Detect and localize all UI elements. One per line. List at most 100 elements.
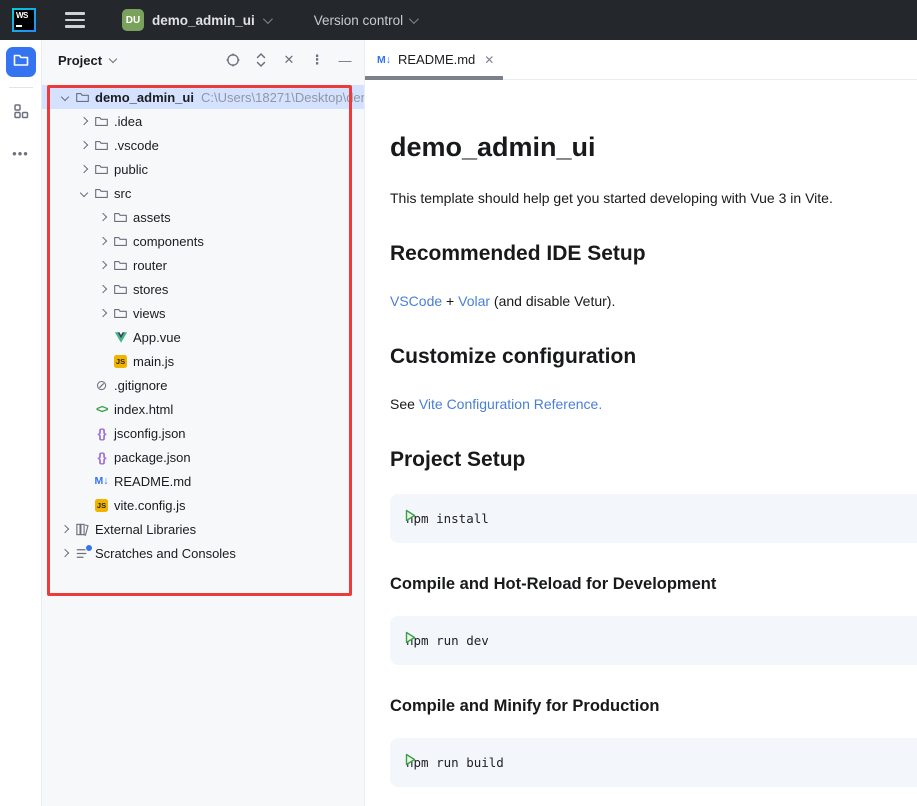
collapse-all-icon[interactable]: ✕	[280, 51, 298, 69]
chevron-right-icon[interactable]	[75, 112, 93, 130]
config-line: See Vite Configuration Reference.	[390, 396, 917, 412]
run-command-icon[interactable]	[405, 631, 416, 649]
version-control-widget[interactable]: Version control	[308, 9, 422, 32]
code-text: npm run build	[406, 755, 504, 770]
volar-link[interactable]: Volar	[458, 293, 490, 309]
vite-config-reference-link[interactable]: Vite Configuration Reference.	[419, 396, 602, 412]
vscode-link[interactable]: VSCode	[390, 293, 442, 309]
project-selector-label: demo_admin_ui	[152, 13, 255, 28]
tree-item-idea[interactable]: .idea	[42, 109, 364, 133]
chevron-down-icon[interactable]	[75, 184, 93, 202]
run-command-icon[interactable]	[405, 753, 416, 771]
project-avatar: DU	[122, 9, 144, 31]
chevron-right-icon[interactable]	[94, 256, 112, 274]
more-tool-windows-icon[interactable]: •••	[12, 146, 29, 161]
tree-item-scratches-and-consoles[interactable]: Scratches and Consoles	[42, 541, 364, 565]
locate-file-icon[interactable]	[224, 51, 242, 69]
tree-item-label: External Libraries	[95, 522, 196, 537]
code-block-npm-run-dev: npm run dev	[390, 616, 917, 665]
tree-item-label: public	[114, 162, 148, 177]
folder-icon	[93, 137, 110, 154]
tree-item-label: package.json	[114, 450, 191, 465]
tree-item-main-js[interactable]: JS main.js	[42, 349, 364, 373]
tree-item-label: .idea	[114, 114, 142, 129]
tree-item-label: components	[133, 234, 204, 249]
close-tab-icon[interactable]: ✕	[484, 53, 494, 67]
project-tool-window-button[interactable]	[6, 47, 36, 77]
project-tree: demo_admin_ui C:\Users\18271\Desktop\dem…	[42, 80, 364, 806]
expand-collapse-icon[interactable]	[252, 51, 270, 69]
tree-item-gitignore[interactable]: ⊘ .gitignore	[42, 373, 364, 397]
structure-icon	[12, 102, 30, 125]
editor-area: M↓ README.md ✕ demo_admin_ui This templa…	[365, 40, 917, 806]
tree-item-vscode[interactable]: .vscode	[42, 133, 364, 157]
project-panel-title[interactable]: Project	[58, 53, 102, 68]
tree-item-label: jsconfig.json	[114, 426, 186, 441]
chevron-right-icon[interactable]	[94, 304, 112, 322]
tree-item-assets[interactable]: assets	[42, 205, 364, 229]
tree-item-label: .vscode	[114, 138, 159, 153]
folder-icon	[74, 89, 91, 106]
tree-item-components[interactable]: components	[42, 229, 364, 253]
heading-compile-hot-reload: Compile and Hot-Reload for Development	[390, 575, 917, 594]
project-selector[interactable]: DU demo_admin_ui	[116, 5, 276, 35]
code-text: npm install	[406, 511, 489, 526]
run-command-icon[interactable]	[405, 509, 416, 527]
chevron-right-icon[interactable]	[94, 208, 112, 226]
code-block-npm-install: npm install	[390, 494, 917, 543]
main-menu-hamburger-icon[interactable]	[56, 6, 94, 34]
structure-tool-window-button[interactable]	[6, 98, 36, 128]
tree-item-path: C:\Users\18271\Desktop\dem	[201, 90, 364, 105]
hide-panel-icon[interactable]: —	[336, 51, 354, 69]
chevron-right-icon[interactable]	[75, 136, 93, 154]
tab-label: README.md	[398, 52, 475, 67]
ignore-file-icon: ⊘	[93, 377, 110, 394]
chevron-down-icon[interactable]	[56, 88, 74, 106]
markdown-file-icon: M↓	[377, 54, 391, 66]
options-kebab-icon[interactable]: ⋮	[308, 51, 326, 69]
folder-icon	[93, 185, 110, 202]
tree-item-index-html[interactable]: <> index.html	[42, 397, 364, 421]
tree-item-external-libraries[interactable]: External Libraries	[42, 517, 364, 541]
tree-item-vite-config-js[interactable]: JS vite.config.js	[42, 493, 364, 517]
markdown-file-icon: M↓	[93, 473, 110, 490]
json-file-icon: {}	[93, 449, 110, 466]
javascript-file-icon: JS	[112, 353, 129, 370]
chevron-right-icon[interactable]	[94, 232, 112, 250]
ide-setup-line: VSCode + Volar (and disable Vetur).	[390, 293, 917, 309]
tree-item-jsconfig-json[interactable]: {} jsconfig.json	[42, 421, 364, 445]
editor-tab-bar: M↓ README.md ✕	[365, 40, 917, 80]
tree-item-label: demo_admin_ui	[95, 90, 194, 105]
folder-icon	[112, 281, 129, 298]
tree-item-package-json[interactable]: {} package.json	[42, 445, 364, 469]
tree-item-label: main.js	[133, 354, 174, 369]
folder-icon	[93, 161, 110, 178]
tab-readme-md[interactable]: M↓ README.md ✕	[365, 40, 508, 79]
tree-item-router[interactable]: router	[42, 253, 364, 277]
config-prefix-text: See	[390, 396, 419, 412]
tree-item-src[interactable]: src	[42, 181, 364, 205]
scratches-icon	[74, 545, 91, 562]
tree-item-stores[interactable]: stores	[42, 277, 364, 301]
folder-icon	[112, 233, 129, 250]
webstorm-logo-icon: WS	[12, 8, 36, 32]
folder-icon	[112, 305, 129, 322]
chevron-right-icon[interactable]	[75, 160, 93, 178]
tree-item-public[interactable]: public	[42, 157, 364, 181]
readme-title: demo_admin_ui	[390, 132, 917, 163]
javascript-file-icon: JS	[93, 497, 110, 514]
html-file-icon: <>	[93, 401, 110, 418]
chevron-right-icon[interactable]	[56, 520, 74, 538]
chevron-down-icon	[409, 14, 419, 24]
heading-project-setup: Project Setup	[390, 448, 917, 472]
tree-item-readme-md[interactable]: M↓ README.md	[42, 469, 364, 493]
tree-item-demo-admin-ui[interactable]: demo_admin_ui C:\Users\18271\Desktop\dem	[42, 85, 364, 109]
tree-item-label: src	[114, 186, 131, 201]
project-panel-header: Project ✕ ⋮ —	[42, 40, 364, 80]
tree-item-app-vue[interactable]: App.vue	[42, 325, 364, 349]
code-block-npm-run-build: npm run build	[390, 738, 917, 787]
chevron-right-icon[interactable]	[94, 280, 112, 298]
chevron-right-icon[interactable]	[56, 544, 74, 562]
tree-item-views[interactable]: views	[42, 301, 364, 325]
libraries-icon	[74, 521, 91, 538]
